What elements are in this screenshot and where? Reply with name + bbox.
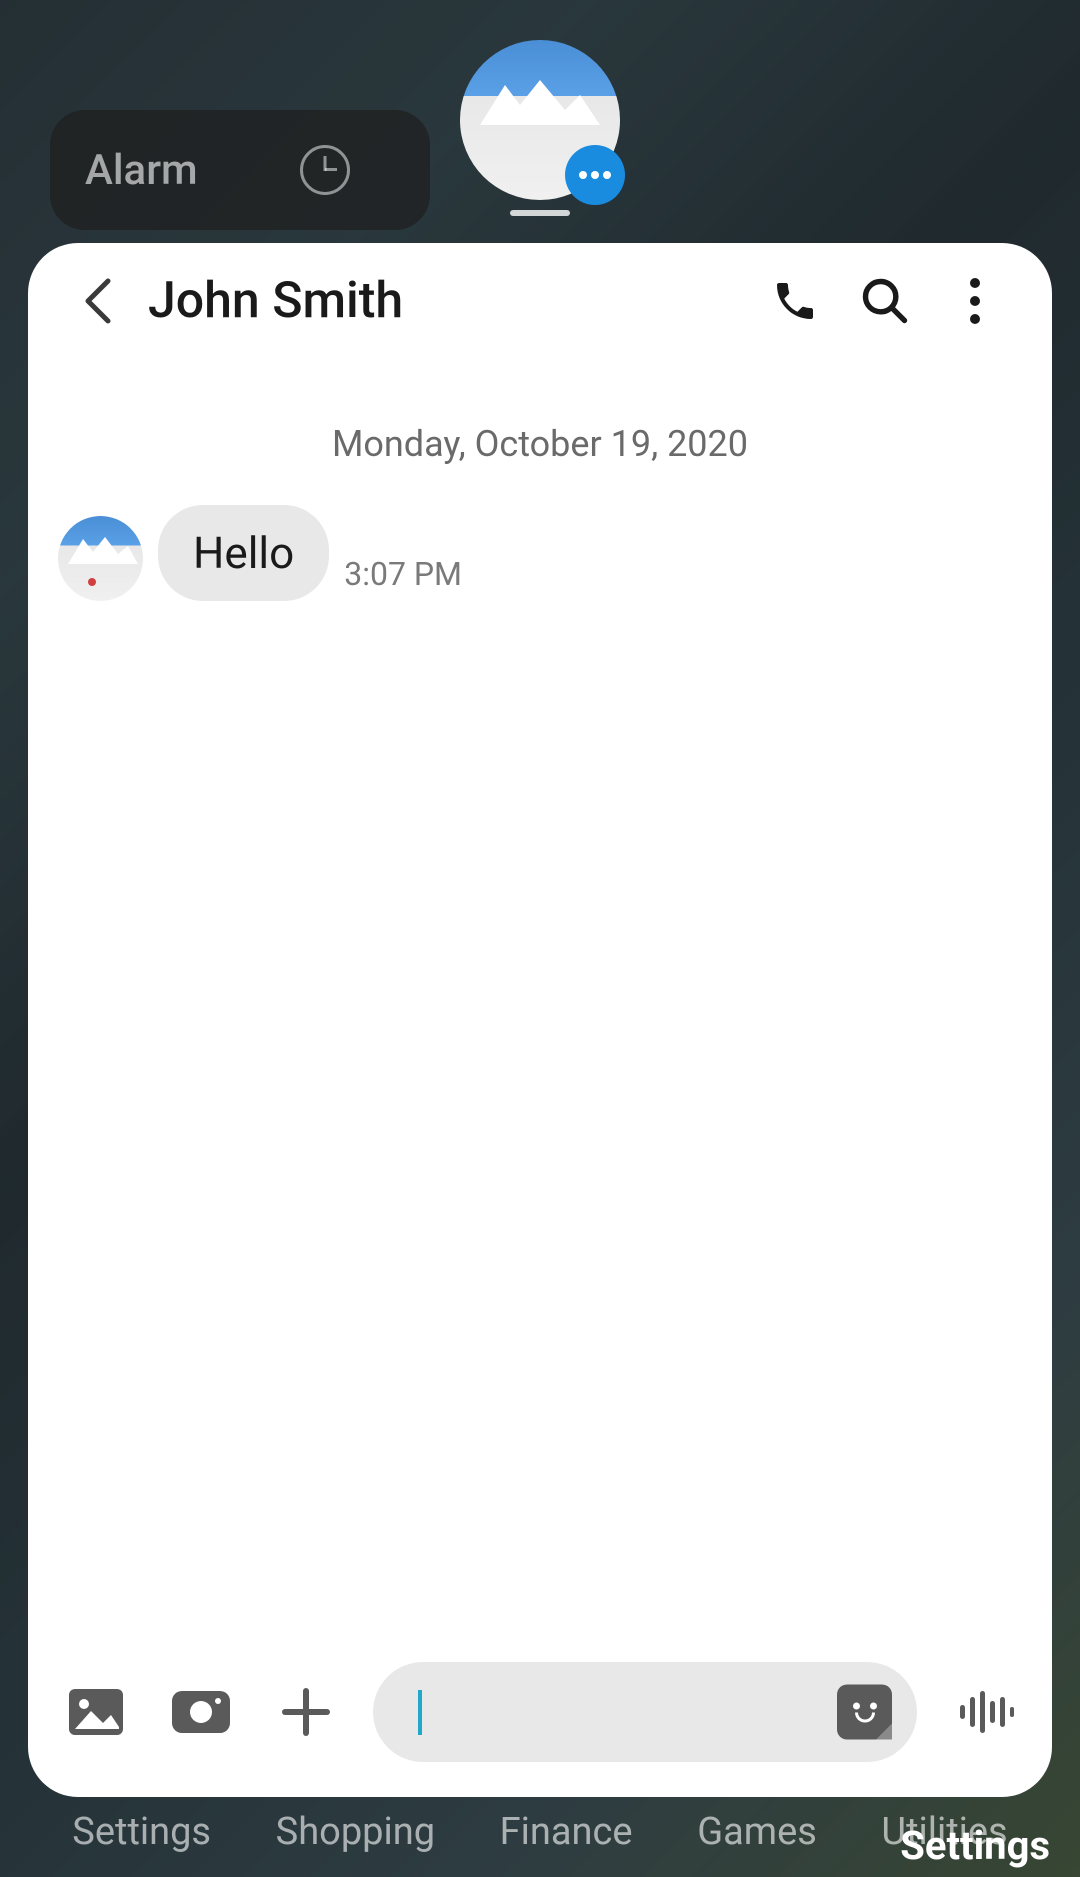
plus-icon: [281, 1687, 331, 1737]
sticker-button[interactable]: [837, 1685, 892, 1740]
chevron-left-icon: [83, 276, 113, 326]
call-button[interactable]: [757, 263, 832, 338]
add-button[interactable]: [268, 1675, 343, 1750]
chat-header: John Smith: [28, 243, 1052, 363]
sender-avatar[interactable]: [58, 516, 143, 601]
folder-settings: Settings: [72, 1810, 211, 1854]
message-bubble[interactable]: Hello: [158, 505, 329, 601]
message-input[interactable]: [373, 1662, 917, 1762]
back-button[interactable]: [68, 271, 128, 331]
alarm-widget-label: Alarm: [85, 146, 198, 195]
camera-icon: [170, 1689, 232, 1735]
chat-bubble-head[interactable]: [460, 40, 620, 200]
message-timestamp: 3:07 PM: [344, 555, 462, 601]
camera-button[interactable]: [163, 1675, 238, 1750]
folder-shopping: Shopping: [276, 1810, 435, 1854]
date-header: Monday, October 19, 2020: [28, 423, 1052, 465]
chat-window: John Smith Monday, October 19, 2020: [28, 243, 1052, 1797]
input-toolbar: [28, 1637, 1052, 1797]
mountain-icon: [470, 75, 610, 125]
phone-icon: [771, 277, 819, 325]
image-icon: [67, 1687, 125, 1737]
audio-wave-icon: [956, 1689, 1014, 1735]
more-vert-icon: [969, 277, 981, 325]
mountain-icon: [63, 534, 138, 564]
gallery-button[interactable]: [58, 1675, 133, 1750]
folder-games: Games: [697, 1810, 817, 1854]
bubble-drag-handle[interactable]: [510, 210, 570, 216]
contact-name[interactable]: John Smith: [148, 272, 742, 330]
clock-icon: [300, 145, 350, 195]
messages-app-badge: [565, 145, 625, 205]
folder-finance: Finance: [500, 1810, 633, 1854]
search-button[interactable]: [847, 263, 922, 338]
text-cursor: [418, 1690, 422, 1735]
settings-overlay-label: Settings: [900, 1822, 1050, 1869]
message-row: Hello 3:07 PM: [28, 505, 1052, 601]
alarm-widget: Alarm: [50, 110, 430, 230]
voice-button[interactable]: [947, 1675, 1022, 1750]
more-options-button[interactable]: [937, 263, 1012, 338]
search-icon: [859, 275, 911, 327]
